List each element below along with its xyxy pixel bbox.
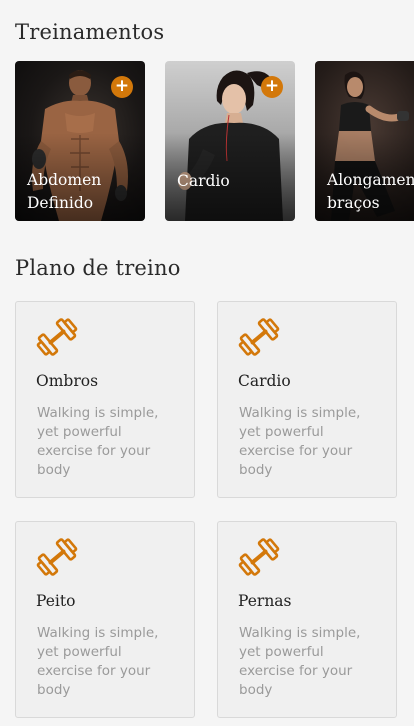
dumbbell-icon (237, 535, 281, 579)
trainings-carousel[interactable]: + Abdomen Definido + Cardio Alongamen br… (15, 61, 414, 221)
plan-card-title: Ombros (36, 372, 99, 390)
trainings-section-title: Treinamentos (15, 20, 165, 44)
plan-card-description: Walking is simple, yet powerful exercise… (37, 625, 159, 698)
plan-card-description: Walking is simple, yet powerful exercise… (239, 405, 361, 478)
training-card-label-line: Alongamen (327, 171, 414, 189)
plan-card-title: Cardio (238, 372, 291, 390)
plan-card-cardio[interactable]: Cardio Walking is simple, yet powerful e… (217, 301, 397, 498)
dumbbell-icon (35, 535, 79, 579)
training-card-abdomen[interactable]: + Abdomen Definido (15, 61, 145, 221)
plan-card-description: Walking is simple, yet powerful exercise… (37, 405, 159, 478)
plan-card-peito[interactable]: Peito Walking is simple, yet powerful ex… (15, 521, 195, 718)
plan-card-ombros[interactable]: Ombros Walking is simple, yet powerful e… (15, 301, 195, 498)
plan-card-title: Pernas (238, 592, 292, 610)
plan-card-title: Peito (36, 592, 76, 610)
add-training-button[interactable]: + (261, 76, 283, 98)
training-card-label: Cardio (177, 172, 230, 190)
plan-section-title: Plano de treino (15, 256, 181, 280)
training-card-label-line: braços (327, 194, 380, 212)
dumbbell-icon (237, 315, 281, 359)
training-card-label: Alongamen braços (327, 169, 414, 215)
dumbbell-icon (35, 315, 79, 359)
training-card-alongamento[interactable]: + Alongamen braços (315, 61, 414, 221)
add-training-button[interactable]: + (111, 76, 133, 98)
plan-card-description: Walking is simple, yet powerful exercise… (239, 625, 361, 698)
plan-card-pernas[interactable]: Pernas Walking is simple, yet powerful e… (217, 521, 397, 718)
training-card-cardio[interactable]: + Cardio (165, 61, 295, 221)
training-card-label: Abdomen Definido (27, 171, 102, 212)
